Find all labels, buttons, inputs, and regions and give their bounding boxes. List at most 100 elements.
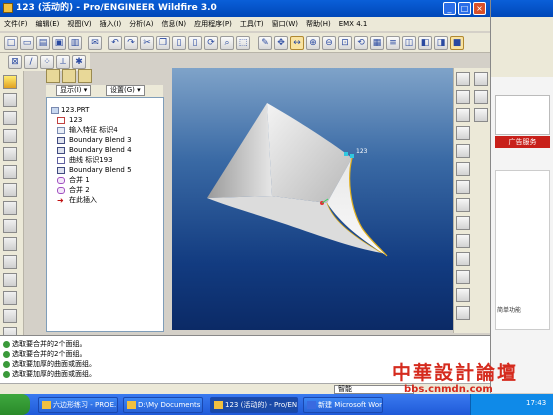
email-icon[interactable]: ✉	[88, 36, 102, 50]
shell-icon[interactable]	[3, 291, 17, 305]
annotation-display-icon[interactable]: ✱	[72, 55, 86, 69]
menu-window[interactable]: 窗口(W)	[272, 19, 298, 29]
show-dropdown[interactable]: 显示(I) ▾	[56, 85, 92, 96]
background-ad-link[interactable]: 广告服务	[495, 136, 550, 148]
graphics-window[interactable]: 123	[172, 68, 453, 330]
cut-icon[interactable]: ✂	[140, 36, 154, 50]
datum-plane-display-icon[interactable]: ⊠	[8, 55, 22, 69]
folder-browser-tab-icon[interactable]	[62, 69, 76, 83]
revolve-icon[interactable]	[3, 219, 17, 233]
project-curve-icon[interactable]	[474, 108, 488, 122]
boundary-blend-tool-icon[interactable]	[456, 72, 470, 86]
open-folder-icon[interactable]: ▤	[36, 36, 50, 50]
offset-tool-icon[interactable]	[456, 198, 470, 212]
pattern-tool-icon[interactable]	[456, 252, 470, 266]
curve-from-equation-icon[interactable]	[474, 90, 488, 104]
shading-icon[interactable]: ■	[450, 36, 464, 50]
save-icon[interactable]: ▣	[52, 36, 66, 50]
paste-icon[interactable]: ▯	[172, 36, 186, 50]
tree-item[interactable]: 123	[69, 116, 82, 125]
background-browser-window[interactable]: 广告服务 简单功能	[490, 0, 553, 393]
redo-icon[interactable]: ↷	[124, 36, 138, 50]
spin-center-icon[interactable]: ✥	[274, 36, 288, 50]
hidden-line-icon[interactable]: ◧	[418, 36, 432, 50]
menu-view[interactable]: 视图(V)	[67, 19, 91, 29]
tree-item[interactable]: Boundary Blend 4	[69, 146, 132, 155]
tree-item[interactable]: 合并 1	[69, 176, 90, 185]
menu-insert[interactable]: 插入(I)	[100, 19, 122, 29]
round-tool-icon[interactable]	[456, 270, 470, 284]
csys-icon[interactable]	[3, 165, 17, 179]
layers-icon[interactable]: ≡	[386, 36, 400, 50]
reorient-icon[interactable]: ⟲	[354, 36, 368, 50]
csys-display-icon[interactable]: ⟂	[56, 55, 70, 69]
print-icon[interactable]: ▥	[68, 36, 82, 50]
tree-item[interactable]: 曲线 标识193	[69, 156, 113, 165]
new-file-icon[interactable]: □	[4, 36, 18, 50]
datum-point-marker[interactable]	[350, 154, 354, 158]
find-icon[interactable]: ⌕	[220, 36, 234, 50]
blend-icon[interactable]	[3, 255, 17, 269]
menu-applications[interactable]: 应用程序(P)	[194, 19, 232, 29]
datum-curve-icon[interactable]	[3, 129, 17, 143]
surface-patch-left[interactable]	[207, 103, 272, 198]
repaint-icon[interactable]: ✎	[258, 36, 272, 50]
mirror-tool-icon[interactable]	[456, 180, 470, 194]
tree-item[interactable]: Boundary Blend 3	[69, 136, 132, 145]
emx-new-icon[interactable]	[3, 75, 17, 89]
minimize-button[interactable]: _	[443, 2, 456, 15]
hole-icon[interactable]	[3, 273, 17, 287]
tree-item-insert-here[interactable]: 在此插入	[69, 196, 97, 205]
no-hidden-icon[interactable]: ◨	[434, 36, 448, 50]
menu-emx[interactable]: EMX 4.1	[339, 20, 368, 28]
zoom-in-icon[interactable]: ⊕	[306, 36, 320, 50]
taskbar-item[interactable]: 六边形练习 - PROE...	[38, 397, 118, 413]
undo-icon[interactable]: ↶	[108, 36, 122, 50]
rib-icon[interactable]	[3, 309, 17, 323]
background-ad-text[interactable]: 简单功能	[497, 305, 521, 314]
menu-edit[interactable]: 编辑(E)	[36, 19, 60, 29]
sketch-icon[interactable]	[3, 183, 17, 197]
copy-icon[interactable]: ❐	[156, 36, 170, 50]
fill-surface-icon[interactable]	[456, 126, 470, 140]
open-file-icon[interactable]: ▭	[20, 36, 34, 50]
datum-plane-icon[interactable]	[3, 93, 17, 107]
menu-file[interactable]: 文件(F)	[4, 19, 28, 29]
sweep-icon[interactable]	[3, 237, 17, 251]
orient-mode-icon[interactable]: ↔	[290, 36, 304, 50]
regenerate-icon[interactable]: ⟳	[204, 36, 218, 50]
datum-axis-icon[interactable]	[3, 111, 17, 125]
refit-icon[interactable]: ⊡	[338, 36, 352, 50]
taskbar-item-active[interactable]: 123 (活动的) - Pro/EN...	[210, 397, 298, 413]
variable-section-sweep-icon[interactable]	[456, 90, 470, 104]
tree-item[interactable]: 输入特征 标识4	[69, 126, 118, 135]
wireframe-icon[interactable]: ◫	[402, 36, 416, 50]
menu-help[interactable]: 帮助(H)	[306, 19, 331, 29]
sketched-curve-icon[interactable]	[474, 72, 488, 86]
tree-item-root[interactable]: 123.PRT	[61, 106, 89, 115]
trim-tool-icon[interactable]	[456, 162, 470, 176]
taskbar-item[interactable]: 新建 Microsoft Word ...	[303, 397, 383, 413]
merge-tool-icon[interactable]	[456, 144, 470, 158]
chamfer-tool-icon[interactable]	[456, 288, 470, 302]
datum-point-marker[interactable]	[344, 152, 348, 156]
tree-item[interactable]: Boundary Blend 5	[69, 166, 132, 175]
menu-analysis[interactable]: 分析(A)	[129, 19, 153, 29]
style-tool-icon[interactable]	[456, 108, 470, 122]
datum-axis-display-icon[interactable]: /	[24, 55, 38, 69]
start-button[interactable]	[0, 394, 30, 415]
menu-tools[interactable]: 工具(T)	[240, 19, 264, 29]
datum-point-icon[interactable]	[3, 147, 17, 161]
window-titlebar[interactable]: 123 (活动的) - Pro/ENGINEER Wildfire 3.0	[0, 0, 490, 17]
taskbar-item[interactable]: D:\My Documents	[123, 397, 203, 413]
thicken-tool-icon[interactable]	[456, 216, 470, 230]
paste-special-icon[interactable]: ▯	[188, 36, 202, 50]
close-button[interactable]: ×	[473, 2, 486, 15]
settings-dropdown[interactable]: 设置(G) ▾	[106, 85, 145, 96]
model-tree-tab-icon[interactable]	[46, 69, 60, 83]
saved-views-icon[interactable]: ▦	[370, 36, 384, 50]
maximize-button[interactable]: □	[458, 2, 471, 15]
zoom-out-icon[interactable]: ⊖	[322, 36, 336, 50]
solidify-tool-icon[interactable]	[456, 234, 470, 248]
selection-box-icon[interactable]: ⬚	[236, 36, 250, 50]
